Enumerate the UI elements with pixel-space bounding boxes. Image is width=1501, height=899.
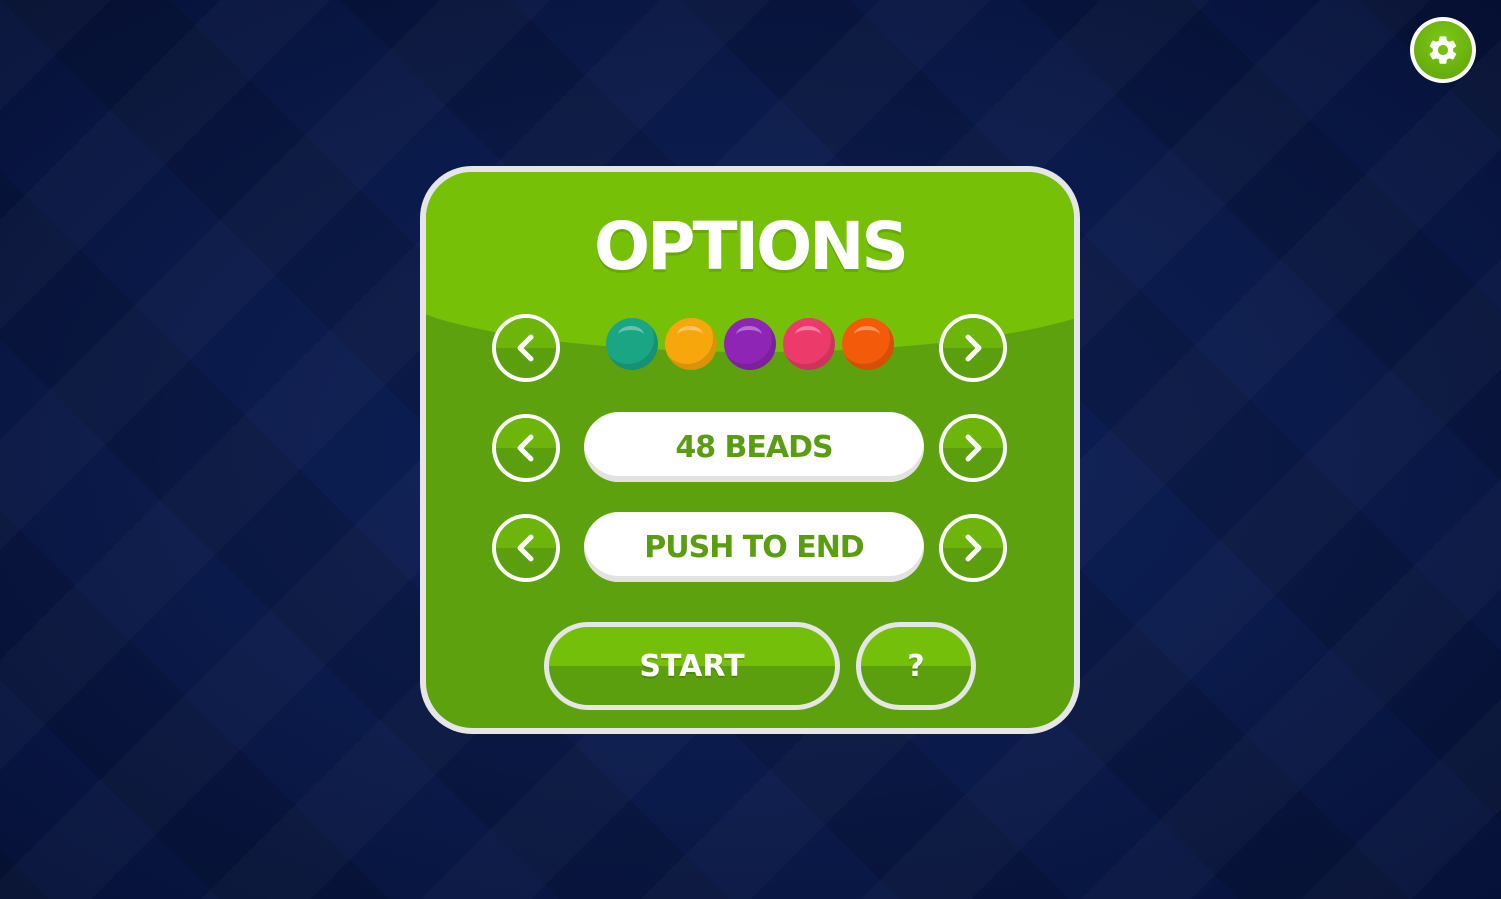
mode-next-button[interactable] [939,514,1007,582]
chevron-right-icon [965,334,982,362]
beads-next-button-face [943,418,1003,478]
beads-next-button[interactable] [939,414,1007,482]
mode-prev-button-face [496,518,556,578]
bead-yellow [665,318,717,370]
colors-prev-button[interactable] [492,314,560,382]
options-panel: OPTIONS 48 BEADS PUSH TO END START ? [420,166,1080,734]
bead-teal [606,318,658,370]
mode-value: PUSH TO END [584,512,924,582]
chevron-right-icon [965,534,982,562]
bead-purple [724,318,776,370]
gear-icon [1429,36,1457,64]
settings-button[interactable] [1410,17,1476,83]
help-button[interactable]: ? [856,622,976,710]
colors-next-button-face [943,318,1003,378]
options-title: OPTIONS [594,208,909,285]
colors-prev-button-face [496,318,556,378]
chevron-left-icon [517,334,534,362]
mode-next-button-face [943,518,1003,578]
chevron-right-icon [965,434,982,462]
start-button[interactable]: START [544,622,840,710]
beads-prev-button[interactable] [492,414,560,482]
mode-prev-button[interactable] [492,514,560,582]
settings-button-face [1414,21,1472,79]
bead-pink [783,318,835,370]
bead-count-value: 48 BEADS [584,412,924,482]
bead-orange [842,318,894,370]
colors-next-button[interactable] [939,314,1007,382]
chevron-left-icon [517,434,534,462]
chevron-left-icon [517,534,534,562]
beads-prev-button-face [496,418,556,478]
